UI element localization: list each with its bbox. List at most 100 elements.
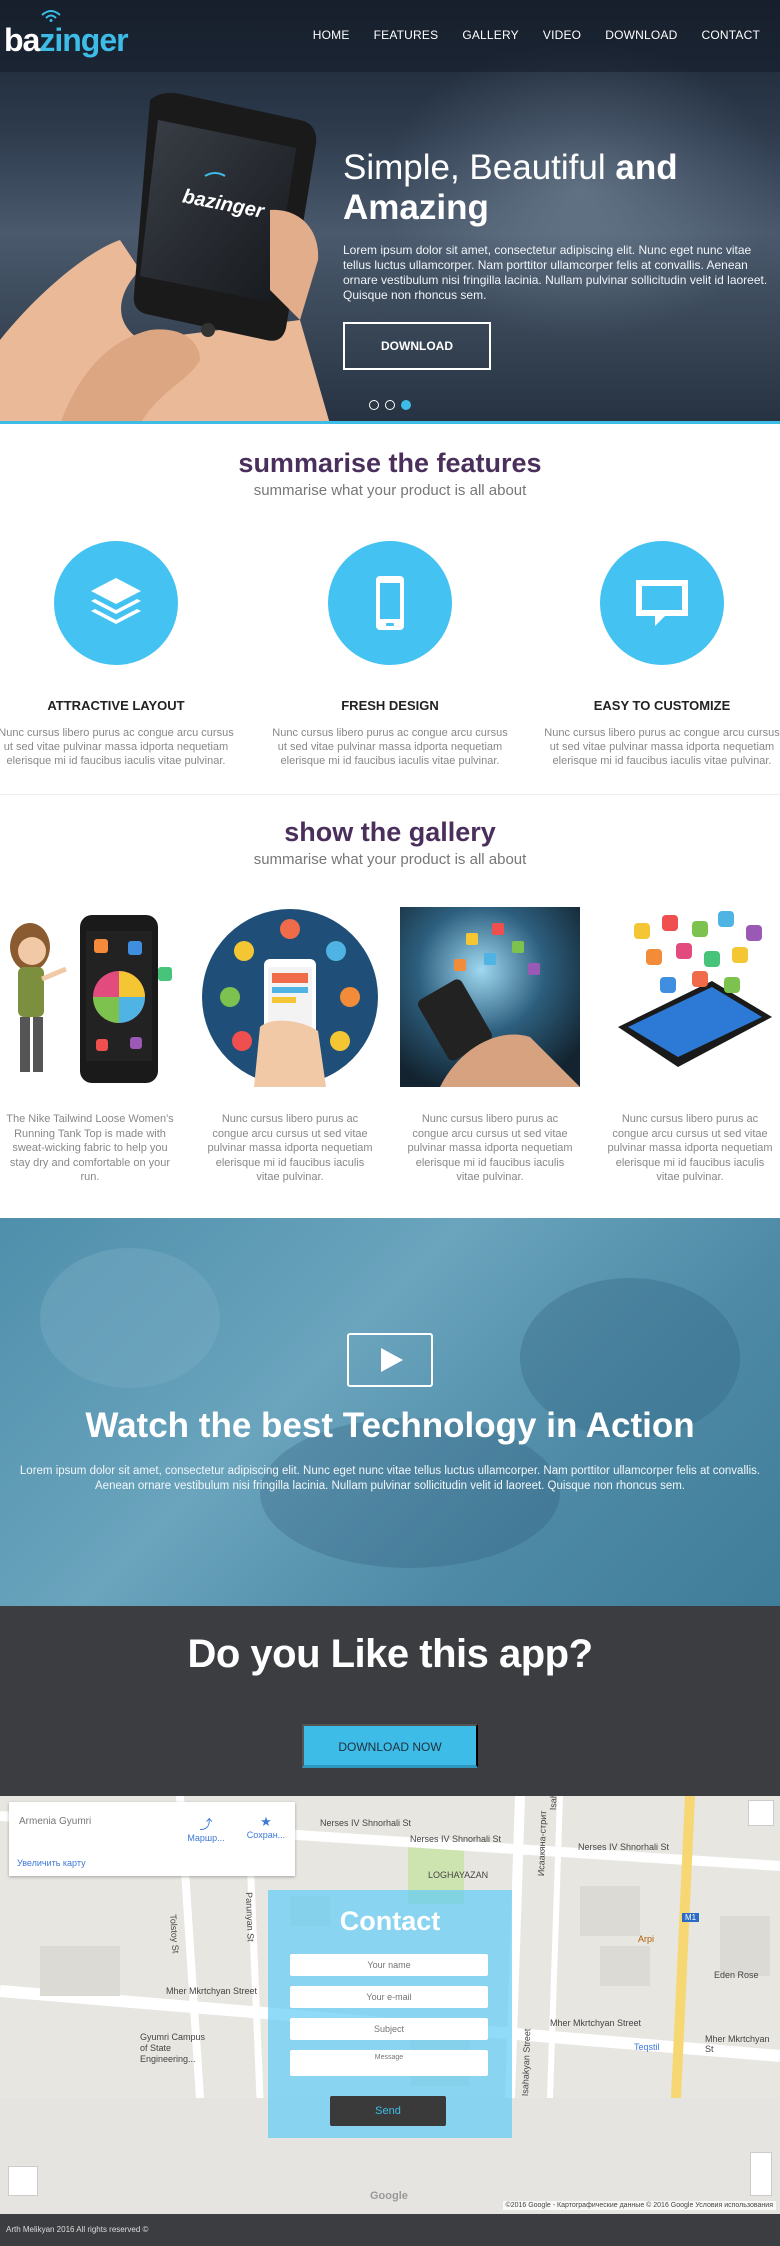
google-logo: Google — [370, 2190, 408, 2202]
email-input[interactable] — [290, 1986, 488, 2008]
send-button[interactable]: Send — [330, 2096, 446, 2126]
feature-item: EASY TO CUSTOMIZE Nunc cursus libero pur… — [542, 541, 780, 768]
map-street-label: Nerses IV Shnorhali St — [320, 1818, 412, 1828]
map-street-label: Parunyan St — [244, 1892, 256, 1942]
feature-item: ATTRACTIVE LAYOUT Nunc cursus libero pur… — [0, 541, 236, 768]
map-street-label: Mher Mkrtchyan St — [705, 2034, 770, 2054]
video-text: Lorem ipsum dolor sit amet, consectetur … — [19, 1465, 761, 1492]
map-place-label: Teqstil — [634, 2042, 660, 2052]
contact-form: Contact Send — [268, 1890, 512, 2138]
route-label: Маршр... — [187, 1833, 225, 1843]
download-now-button[interactable]: DOWNLOAD NOW — [302, 1724, 478, 1768]
map-copyright: ©2016 Google - Картографические данные ©… — [502, 2201, 776, 2210]
map-street-label: Nerses IV Shnorhali St — [410, 1834, 502, 1844]
map-street-label: Mher Mkrtchyan Street — [166, 1986, 258, 1996]
logo-part-1: ba — [4, 22, 40, 58]
girl-with-phone-image — [0, 907, 180, 1087]
layers-icon — [91, 578, 141, 624]
map-save-link[interactable]: ★ Сохран... — [243, 1814, 289, 1840]
video-title-bold: Action — [585, 1406, 695, 1445]
map-address: Armenia Gyumri — [19, 1816, 92, 1827]
map-route-link[interactable]: ⤴ Маршр... — [183, 1814, 229, 1843]
feature-text: Nunc cursus libero purus ac congue arcu … — [0, 727, 234, 767]
gallery-title: show the gallery — [284, 817, 496, 847]
nav-contact[interactable]: CONTACT — [701, 28, 760, 42]
map-place-label: Gyumri Campus of State Engineering... — [140, 2032, 206, 2064]
message-input[interactable] — [290, 2050, 488, 2076]
site-logo[interactable]: bazinger — [4, 22, 129, 59]
map-section[interactable]: Nerses IV Shnorhali St Nerses IV Shnorha… — [0, 1796, 780, 2214]
star-icon: ★ — [260, 1814, 272, 1829]
gallery-item-text: Nunc cursus libero purus ac congue arcu … — [607, 1113, 773, 1183]
features-subtitle: summarise what your product is all about — [253, 482, 527, 499]
feature-icon-circle — [54, 541, 178, 665]
mobile-icon — [376, 576, 404, 630]
cta-title: Do you Like this app? — [187, 1632, 593, 1676]
features-title: summarise the features — [238, 448, 542, 478]
hero-title-bold-1: and — [615, 148, 678, 187]
feature-text: Nunc cursus libero purus ac congue arcu … — [272, 727, 508, 767]
slider-dots — [369, 400, 411, 410]
map-zoom-control[interactable] — [750, 2152, 772, 2196]
gallery-item[interactable]: Nunc cursus libero purus ac congue arcu … — [400, 907, 580, 1185]
footer: Arth Melikyan 2016 All rights reserved © — [0, 2214, 780, 2246]
video-title-light: Watch the best Technology in — [85, 1406, 586, 1445]
hand-phone-icons-image — [200, 907, 380, 1087]
gallery-item-text: Nunc cursus libero purus ac congue arcu … — [407, 1113, 573, 1183]
phone-in-hand-image: bazinger — [0, 92, 330, 424]
name-input[interactable] — [290, 1954, 488, 1976]
wifi-icon — [41, 10, 61, 22]
subject-input[interactable] — [290, 2018, 488, 2040]
gallery-item[interactable]: Nunc cursus libero purus ac congue arcu … — [200, 907, 380, 1185]
map-place-label: Eden Rose — [714, 1970, 759, 1980]
contact-title: Contact — [339, 1906, 441, 1936]
video-section: Watch the best Technology in Action Lore… — [0, 1218, 780, 1606]
hero-section: bazinger bazinger HOME FEATURES GALLERY … — [0, 0, 780, 424]
slider-dot-3[interactable] — [401, 400, 411, 410]
gallery-item-text: Nunc cursus libero purus ac congue arcu … — [207, 1113, 373, 1183]
enlarge-map-link[interactable]: Увеличить карту — [17, 1858, 86, 1868]
chat-icon — [636, 580, 688, 626]
feature-icon-circle — [600, 541, 724, 665]
nav-features[interactable]: FEATURES — [374, 28, 439, 42]
top-navbar: bazinger HOME FEATURES GALLERY VIDEO DOW… — [0, 0, 780, 72]
gallery-section: show the gallery summarise what your pro… — [0, 794, 780, 1218]
video-title: Watch the best Technology in Action — [0, 1406, 780, 1446]
hero-text: Lorem ipsum dolor sit amet, consectetur … — [343, 243, 768, 302]
save-label: Сохран... — [246, 1830, 286, 1840]
play-button[interactable] — [347, 1333, 433, 1387]
map-place-label: LOGHAYAZAN — [428, 1870, 489, 1880]
gallery-item[interactable]: Nunc cursus libero purus ac congue arcu … — [600, 907, 780, 1185]
cta-section: Do you Like this app? DOWNLOAD NOW — [0, 1606, 780, 1796]
hero-download-button[interactable]: DOWNLOAD — [343, 322, 491, 370]
footer-text: Arth Melikyan 2016 All rights reserved © — [6, 2225, 149, 2234]
video-background-blur — [40, 1248, 220, 1388]
slider-dot-1[interactable] — [369, 400, 379, 410]
map-street-label: Isahakyan St — [548, 1796, 560, 1810]
nav-download[interactable]: DOWNLOAD — [605, 28, 677, 42]
phone-apps-burst-image — [400, 907, 580, 1087]
feature-title: ATTRACTIVE LAYOUT — [47, 698, 185, 713]
map-street-label: Mher Mkrtchyan Street — [550, 2018, 642, 2028]
gallery-item[interactable]: The Nike Tailwind Loose Women's Running … — [0, 907, 180, 1185]
map-place-label: Arpi — [638, 1934, 655, 1944]
route-icon: ⤴ — [199, 1817, 213, 1832]
hero-title-light: Simple, Beautiful — [343, 148, 616, 187]
gallery-subtitle: summarise what your product is all about — [253, 851, 527, 868]
feature-icon-circle — [328, 541, 452, 665]
slider-dot-2[interactable] — [385, 400, 395, 410]
map-street-label: Nerses IV Shnorhali St — [578, 1842, 670, 1852]
road-badge: M1 — [682, 1913, 700, 1922]
feature-text: Nunc cursus libero purus ac congue arcu … — [544, 727, 780, 767]
nav-video[interactable]: VIDEO — [543, 28, 581, 42]
map-layer-control[interactable] — [8, 2166, 38, 2196]
hero-title-bold-2: Amazing — [343, 188, 489, 227]
nav-home[interactable]: HOME — [313, 28, 350, 42]
feature-title: EASY TO CUSTOMIZE — [593, 698, 731, 713]
phone-app-icons-image — [600, 907, 780, 1087]
hero-title: Simple, Beautiful and Amazing — [343, 148, 763, 228]
nav-gallery[interactable]: GALLERY — [462, 28, 519, 42]
map-pegman-control[interactable] — [748, 1800, 774, 1826]
map-info-card: Armenia Gyumri ⤴ Маршр... ★ Сохран... Увел… — [9, 1802, 295, 1876]
features-section: summarise the features summarise what yo… — [0, 424, 780, 794]
